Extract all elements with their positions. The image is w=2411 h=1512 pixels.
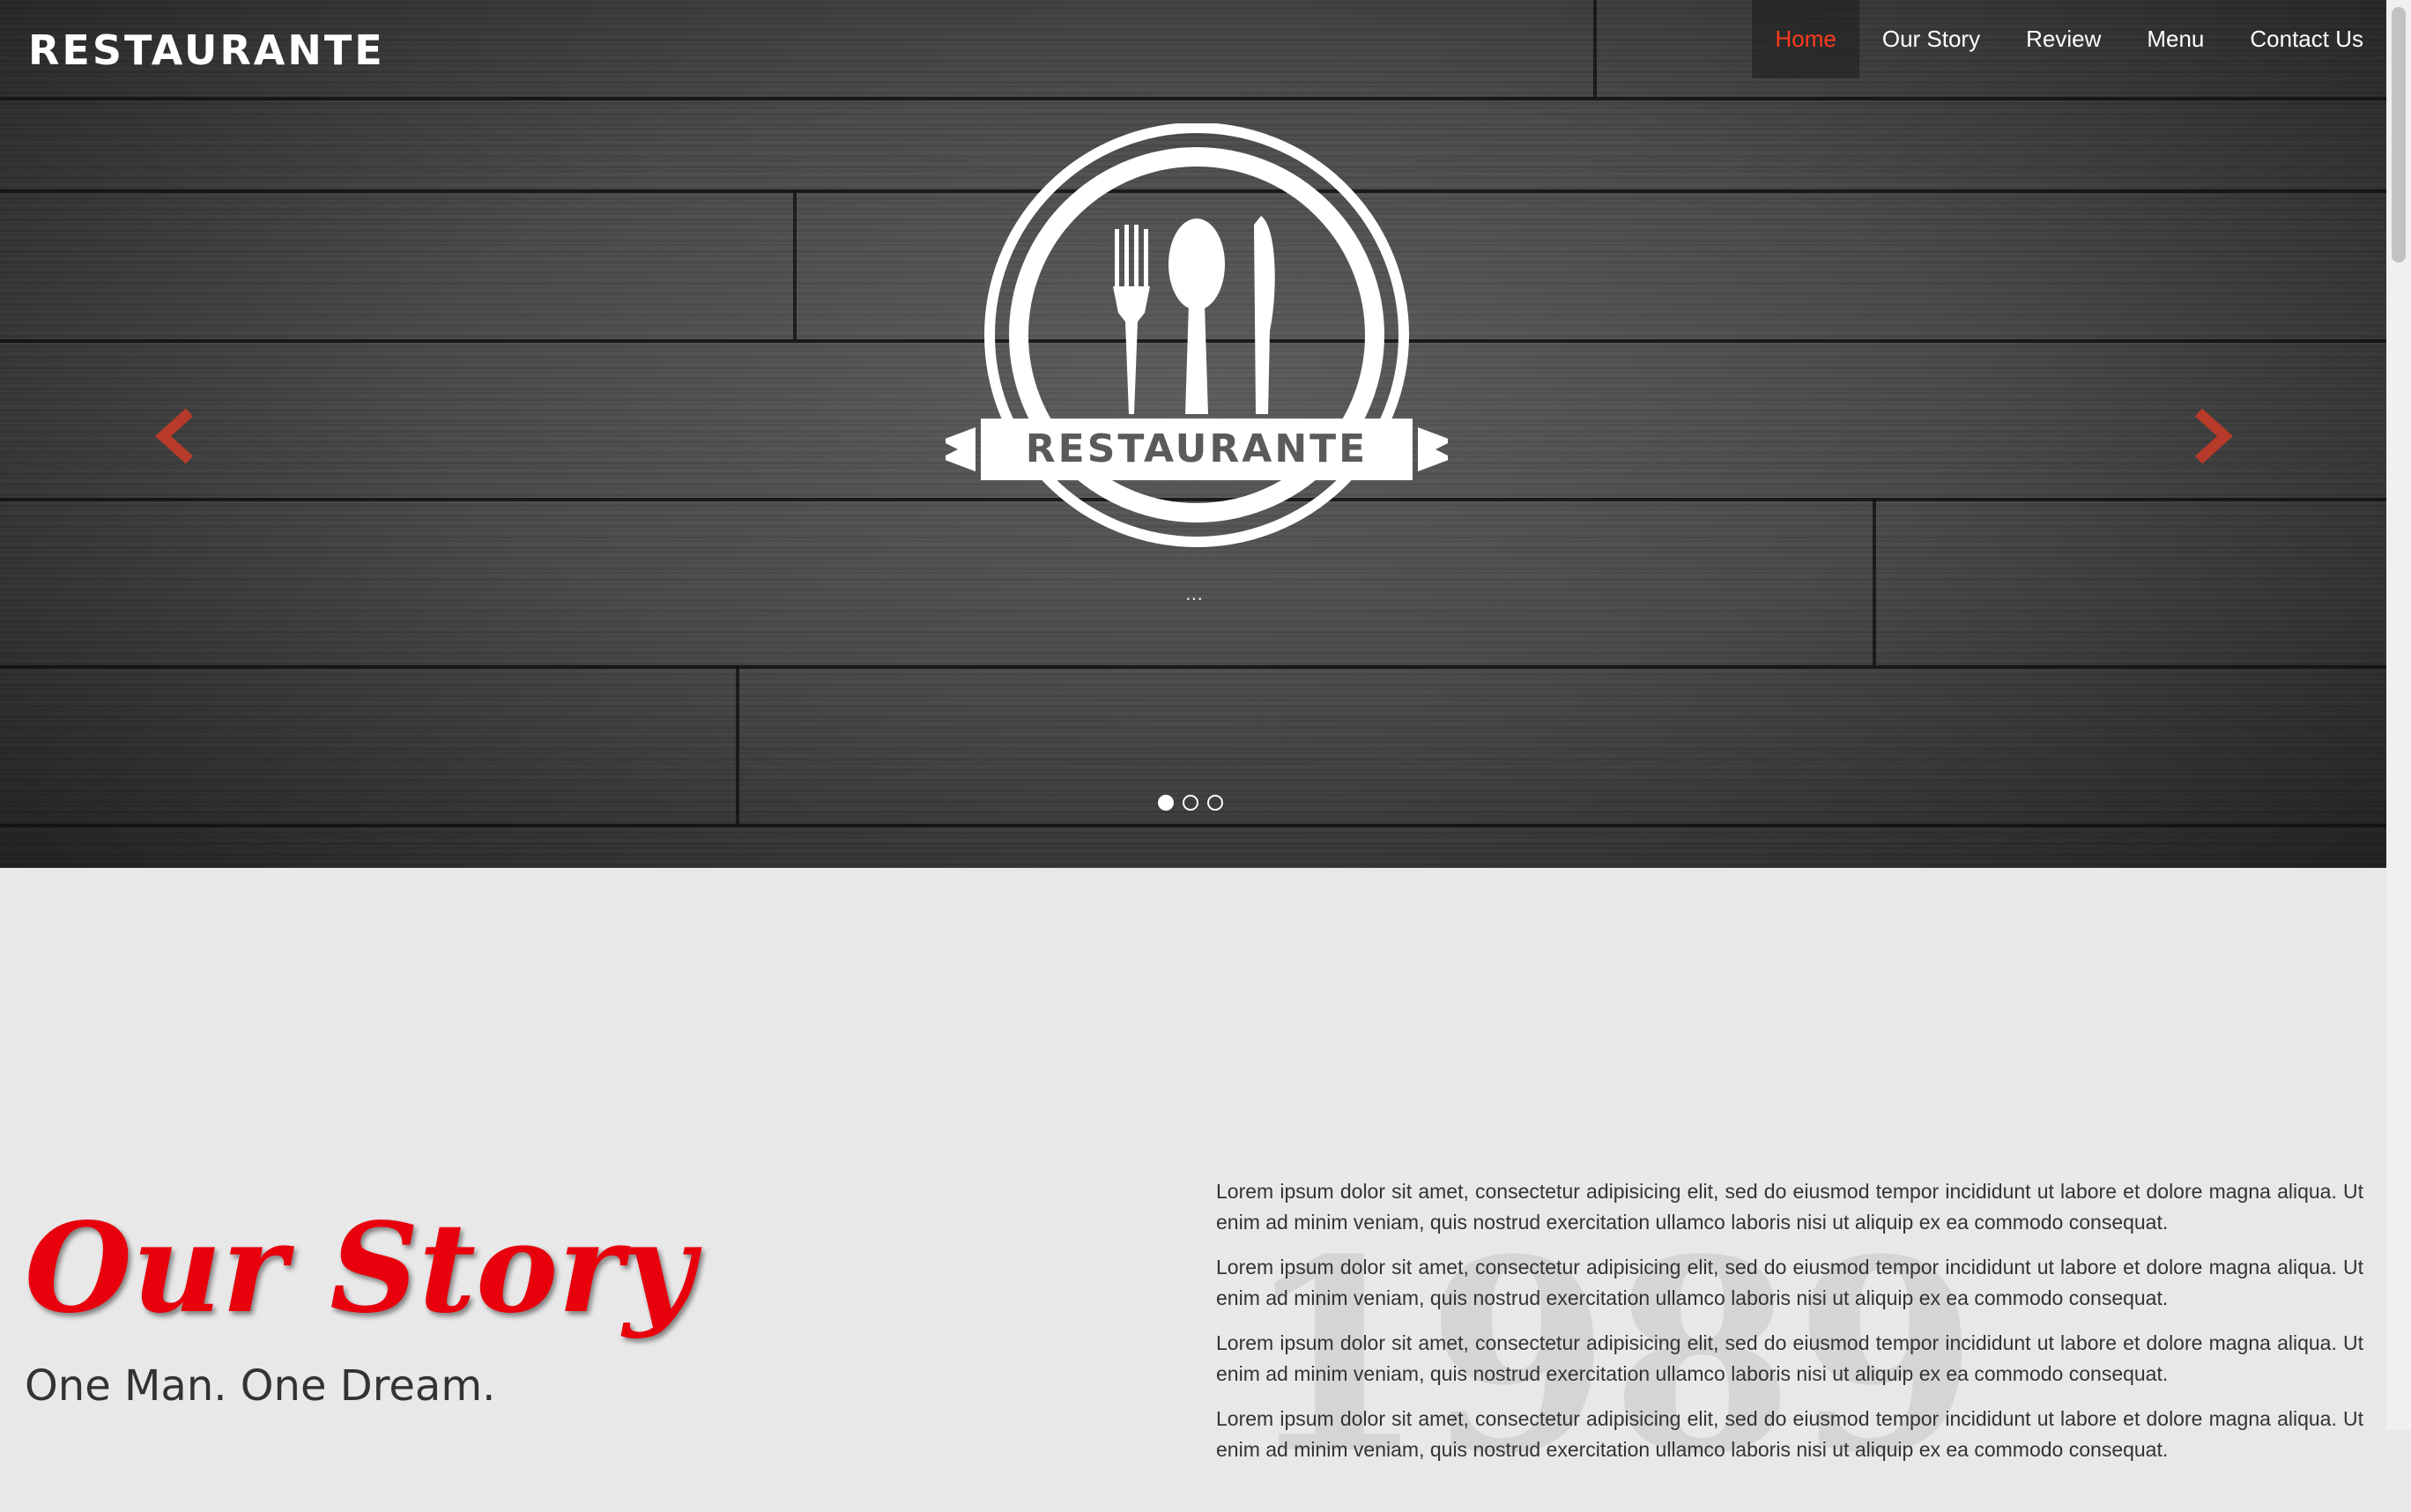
plank-seam [1873,498,1876,665]
slide-caption: ... [1185,582,1204,605]
page-scrollbar[interactable] [2386,0,2411,1430]
story-title: Our Story [25,1197,695,1341]
nav-contact-us[interactable]: Contact Us [2227,0,2386,78]
story-text: Lorem ipsum dolor sit amet, consectetur … [1216,1176,2363,1479]
carousel-dot-3[interactable] [1207,795,1223,811]
restaurant-emblem: RESTAURANTE [940,122,1453,555]
carousel-indicators [1158,795,1223,811]
story-paragraph: Lorem ipsum dolor sit amet, consectetur … [1216,1331,2363,1385]
nav-menu[interactable]: Menu [2124,0,2227,78]
brand-logo[interactable]: RESTAURANTE [28,26,385,74]
carousel-prev[interactable] [150,405,203,467]
plank-line [0,665,2386,669]
story-paragraph: Lorem ipsum dolor sit amet, consectetur … [1216,1407,2363,1461]
story-subtitle: One Man. One Dream. [25,1361,496,1411]
carousel-dot-2[interactable] [1183,795,1198,811]
plank-seam [1593,0,1597,97]
carousel-next[interactable] [2185,405,2238,467]
chevron-right-icon [2194,408,2233,464]
scrollbar-thumb[interactable] [2392,7,2406,263]
nav-our-story[interactable]: Our Story [1859,0,2003,78]
story-paragraph: Lorem ipsum dolor sit amet, consectetur … [1216,1180,2363,1234]
plank-line [0,97,2386,100]
cutlery-emblem-icon [940,122,1453,547]
chevron-left-icon [155,408,194,464]
hero-carousel: RESTAURANTE Home Our Story Review Menu C… [0,0,2386,868]
nav-review[interactable]: Review [2003,0,2124,78]
plank-seam [736,665,739,824]
main-nav: Home Our Story Review Menu Contact Us [1752,0,2386,78]
plank-line [0,824,2386,827]
story-paragraph: Lorem ipsum dolor sit amet, consectetur … [1216,1256,2363,1309]
plank-seam [793,189,797,339]
carousel-dot-1[interactable] [1158,795,1174,811]
nav-home[interactable]: Home [1752,0,1859,78]
emblem-text: RESTAURANTE [1025,426,1369,471]
